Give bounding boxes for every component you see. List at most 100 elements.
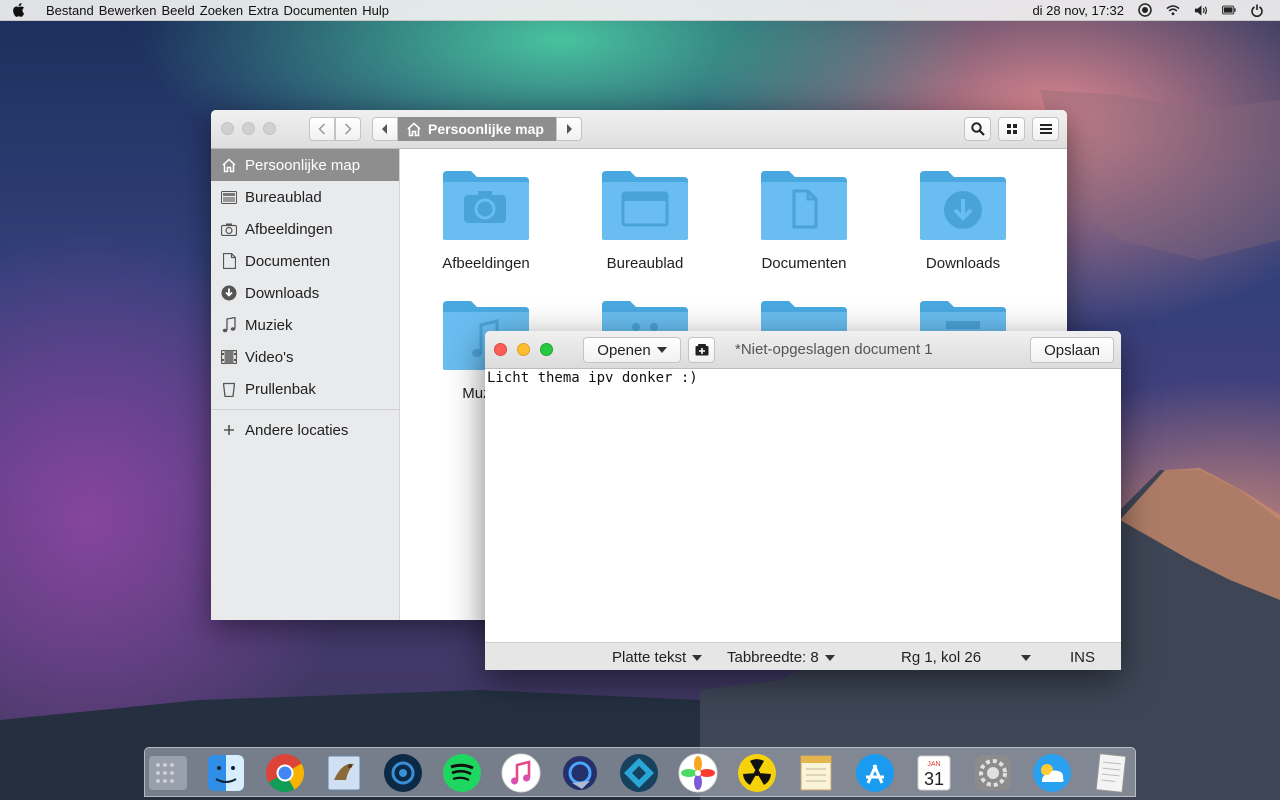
battery-icon[interactable] — [1222, 3, 1236, 17]
folder-documents[interactable]: Documenten — [739, 169, 869, 272]
chevron-down-icon — [692, 654, 703, 661]
spotify-icon[interactable] — [441, 752, 483, 794]
text-editor-header: Openen *Niet-opgeslagen document 1 Opsla… — [485, 331, 1121, 369]
photos-icon[interactable] — [677, 752, 719, 794]
steam-icon[interactable] — [382, 752, 424, 794]
open-button[interactable]: Openen — [583, 337, 681, 363]
forward-button[interactable] — [335, 117, 361, 141]
itunes-icon[interactable] — [500, 752, 542, 794]
notes-icon[interactable] — [795, 752, 837, 794]
sidebar-item-desktop[interactable]: Bureaublad — [211, 181, 399, 213]
calendar-month: JAN — [927, 761, 940, 768]
path-scroll-left-button[interactable] — [372, 117, 398, 141]
close-button[interactable] — [221, 122, 234, 135]
kodi-icon[interactable] — [618, 752, 660, 794]
system-preferences-icon[interactable] — [972, 752, 1014, 794]
camera-icon — [221, 221, 237, 237]
back-button[interactable] — [309, 117, 335, 141]
menu-hulp[interactable]: Hulp — [362, 3, 389, 18]
language-selector[interactable]: Platte tekst — [612, 649, 703, 666]
search-icon — [970, 122, 985, 136]
radiation-icon[interactable] — [736, 752, 778, 794]
chevron-left-icon — [318, 123, 326, 135]
sidebar-item-label: Afbeeldingen — [245, 220, 333, 238]
new-tab-icon — [695, 344, 708, 356]
maximize-button[interactable] — [540, 343, 553, 356]
text-area[interactable]: Licht thema ipv donker :) — [485, 369, 1121, 641]
volume-icon[interactable] — [1194, 3, 1208, 17]
folder-label: Afbeeldingen — [442, 255, 530, 272]
chevron-down-icon — [1021, 654, 1032, 661]
menu-documenten[interactable]: Documenten — [283, 3, 357, 18]
view-grid-button[interactable] — [998, 117, 1025, 141]
path-bar: Persoonlijke map — [372, 117, 582, 141]
path-current-label: Persoonlijke map — [428, 121, 544, 137]
home-icon — [221, 157, 237, 173]
record-icon[interactable] — [1138, 3, 1152, 17]
menu-bewerken[interactable]: Bewerken — [99, 3, 157, 18]
minimize-button[interactable] — [242, 122, 255, 135]
sidebar-item-label: Video's — [245, 348, 294, 366]
menu-extra[interactable]: Extra — [248, 3, 278, 18]
download-icon — [221, 285, 237, 301]
text-editor-icon[interactable] — [1090, 752, 1132, 794]
chevron-right-icon — [344, 123, 352, 135]
file-manager-header: Persoonlijke map — [211, 110, 1067, 149]
sidebar-item-label: Prullenbak — [245, 380, 316, 398]
home-icon — [407, 121, 421, 136]
menu-beeld[interactable]: Beeld — [162, 3, 195, 18]
document-icon — [221, 253, 237, 269]
folder-desktop-icon — [602, 171, 688, 240]
sidebar-item-documents[interactable]: Documenten — [211, 245, 399, 277]
folder-desktop[interactable]: Bureaublad — [580, 169, 710, 272]
mail-icon[interactable] — [323, 752, 365, 794]
minimize-button[interactable] — [517, 343, 530, 356]
menu-bar: Bestand Bewerken Beeld Zoeken Extra Docu… — [0, 0, 1280, 21]
app-store-icon[interactable] — [854, 752, 896, 794]
path-current-location[interactable]: Persoonlijke map — [398, 117, 556, 141]
chrome-icon[interactable] — [264, 752, 306, 794]
triangle-left-icon — [382, 124, 387, 134]
save-button-label: Opslaan — [1044, 341, 1100, 359]
wifi-icon[interactable] — [1166, 3, 1180, 17]
browser-icon[interactable] — [559, 752, 601, 794]
power-icon[interactable] — [1250, 3, 1264, 17]
sidebar-item-label: Andere locaties — [245, 421, 349, 439]
folder-pictures-icon — [443, 171, 529, 240]
sidebar-item-trash[interactable]: Prullenbak — [211, 373, 399, 405]
sidebar-item-music[interactable]: Muziek — [211, 309, 399, 341]
save-button[interactable]: Opslaan — [1030, 337, 1114, 363]
new-document-button[interactable] — [688, 337, 715, 363]
folder-documents-icon — [761, 171, 847, 240]
sidebar-item-label: Documenten — [245, 252, 331, 270]
launchpad-icon[interactable] — [147, 752, 189, 794]
menu-bestand[interactable]: Bestand — [46, 3, 94, 18]
status-bar: Platte tekst Tabbreedte: 8 Rg 1, kol 26 … — [485, 642, 1121, 670]
sidebar-item-pictures[interactable]: Afbeeldingen — [211, 213, 399, 245]
cursor-position-selector[interactable]: Rg 1, kol 26 — [901, 649, 1032, 666]
search-button[interactable] — [964, 117, 991, 141]
file-manager-window-controls — [221, 122, 276, 135]
hamburger-icon — [1039, 124, 1052, 134]
sidebar-item-other-locations[interactable]: Andere locaties — [211, 414, 399, 446]
calendar-icon[interactable]: JAN 31 — [913, 752, 955, 794]
insert-mode-indicator[interactable]: INS — [1070, 649, 1095, 666]
menu-zoeken[interactable]: Zoeken — [200, 3, 243, 18]
maximize-button[interactable] — [263, 122, 276, 135]
menu-button[interactable] — [1032, 117, 1059, 141]
apple-icon[interactable] — [12, 2, 32, 18]
sidebar-item-videos[interactable]: Video's — [211, 341, 399, 373]
sidebar-item-home[interactable]: Persoonlijke map — [211, 149, 399, 181]
close-button[interactable] — [494, 343, 507, 356]
sidebar-item-downloads[interactable]: Downloads — [211, 277, 399, 309]
folder-pictures[interactable]: Afbeeldingen — [421, 169, 551, 272]
finder-icon[interactable] — [205, 752, 247, 794]
folder-downloads[interactable]: Downloads — [898, 169, 1028, 272]
path-scroll-right-button[interactable] — [555, 117, 582, 141]
tab-width-selector[interactable]: Tabbreedte: 8 — [727, 649, 835, 666]
text-line: Licht thema ipv donker :) — [487, 370, 698, 386]
sidebar: Persoonlijke map Bureaublad Afbeeldingen… — [211, 149, 400, 620]
weather-icon[interactable] — [1031, 752, 1073, 794]
clock[interactable]: di 28 nov, 17:32 — [1032, 3, 1124, 18]
language-label: Platte tekst — [612, 649, 687, 666]
